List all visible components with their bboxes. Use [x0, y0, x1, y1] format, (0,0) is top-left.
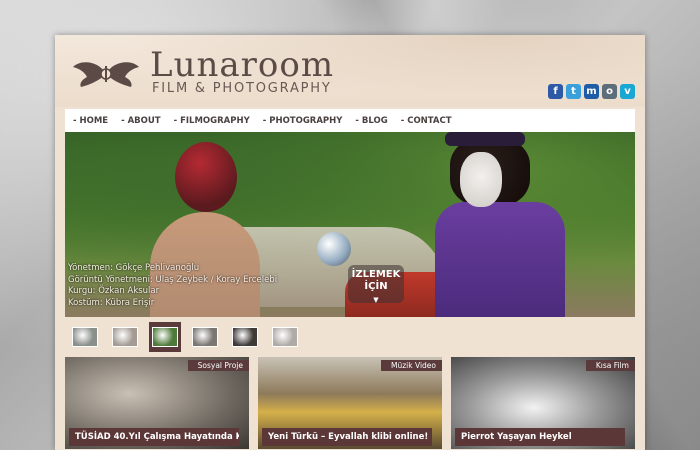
hero-man-face	[460, 152, 502, 207]
credit-line: Yönetmen: Gökçe Pehlivanoğlu	[68, 263, 200, 273]
thumbnail-image	[152, 327, 178, 347]
site-tagline: FILM & PHOTOGRAPHY	[152, 81, 332, 96]
featured-card[interactable]: Sosyal Proje TÜSİAD 40.Yıl Çalışma Hayat…	[65, 357, 249, 449]
card-category-badge: Müzik Video	[381, 360, 442, 371]
nav-about[interactable]: - ABOUT	[121, 116, 160, 126]
social-links: ftmov	[548, 84, 635, 99]
hero-hat	[445, 132, 525, 146]
site-header: Lunaroom FILM & PHOTOGRAPHY ftmov	[55, 35, 645, 107]
watch-label-line1: İZLEMEK	[351, 269, 401, 280]
hero-slideshow[interactable]: Yönetmen: Gökçe Pehlivanoğlu Görüntü Yön…	[65, 132, 635, 317]
thumbnail[interactable]	[269, 322, 301, 352]
credit-line: Görüntü Yönetmeni: Ulaş Zeybek / Koray E…	[68, 274, 278, 285]
myspace-icon[interactable]: m	[584, 84, 599, 99]
card-title[interactable]: TÜSİAD 40.Yıl Çalışma Hayatında Kadın	[69, 428, 239, 446]
facebook-icon[interactable]: f	[548, 84, 563, 99]
thumbnail-image	[272, 327, 298, 347]
nav-home[interactable]: - HOME	[73, 116, 108, 126]
card-title[interactable]: Pierrot Yaşayan Heykel	[455, 428, 625, 446]
featured-cards: Sosyal Proje TÜSİAD 40.Yıl Çalışma Hayat…	[65, 357, 635, 449]
butterfly-logo-icon[interactable]	[71, 57, 141, 91]
thumbnail-image	[192, 327, 218, 347]
nav-filmography[interactable]: - FILMOGRAPHY	[174, 116, 250, 126]
play-arrow-icon: ▼	[373, 296, 379, 304]
hero-crystal-ball	[317, 232, 351, 266]
thumbnail-image	[112, 327, 138, 347]
thumbnail-image	[72, 327, 98, 347]
watch-label-line2: İÇİN	[364, 281, 388, 292]
hero-credits: Yönetmen: Gökçe Pehlivanoğlu Görüntü Yön…	[68, 263, 277, 309]
card-title[interactable]: Yeni Türkü – Eyvallah klibi online!	[262, 428, 432, 446]
featured-card[interactable]: Müzik Video Yeni Türkü – Eyvallah klibi …	[258, 357, 442, 449]
nav-blog[interactable]: - BLOG	[355, 116, 387, 126]
main-nav: - HOME - ABOUT - FILMOGRAPHY - PHOTOGRAPHY -…	[65, 109, 635, 133]
featured-card[interactable]: Kısa Film Pierrot Yaşayan Heykel	[451, 357, 635, 449]
thumbnail[interactable]	[189, 322, 221, 352]
thumbnail-image	[232, 327, 258, 347]
card-category-badge: Kısa Film	[585, 360, 635, 371]
credit-line: Kostüm: Kübra Erişir	[68, 297, 155, 308]
twitter-icon[interactable]: t	[566, 84, 581, 99]
card-category-badge: Sosyal Proje	[187, 360, 249, 371]
thumbnail[interactable]	[109, 322, 141, 352]
hero-man-figure	[435, 202, 565, 317]
nav-contact[interactable]: - CONTACT	[401, 116, 452, 126]
page-container: Lunaroom FILM & PHOTOGRAPHY ftmov - HOME…	[55, 35, 645, 450]
thumbnail[interactable]	[229, 322, 261, 352]
slideshow-thumbnails	[69, 322, 301, 352]
credit-line: Kurgu: Özkan Aksular	[68, 286, 160, 296]
nav-photography[interactable]: - PHOTOGRAPHY	[263, 116, 343, 126]
thumbnail[interactable]	[69, 322, 101, 352]
thumbnail-active[interactable]	[149, 322, 181, 352]
vimeo-icon[interactable]: v	[620, 84, 635, 99]
flickr-icon[interactable]: o	[602, 84, 617, 99]
hero-woman-hair	[175, 142, 237, 212]
watch-button[interactable]: İZLEMEK İÇİN ▼	[348, 265, 404, 304]
site-logo-name[interactable]: Lunaroom	[150, 47, 334, 83]
